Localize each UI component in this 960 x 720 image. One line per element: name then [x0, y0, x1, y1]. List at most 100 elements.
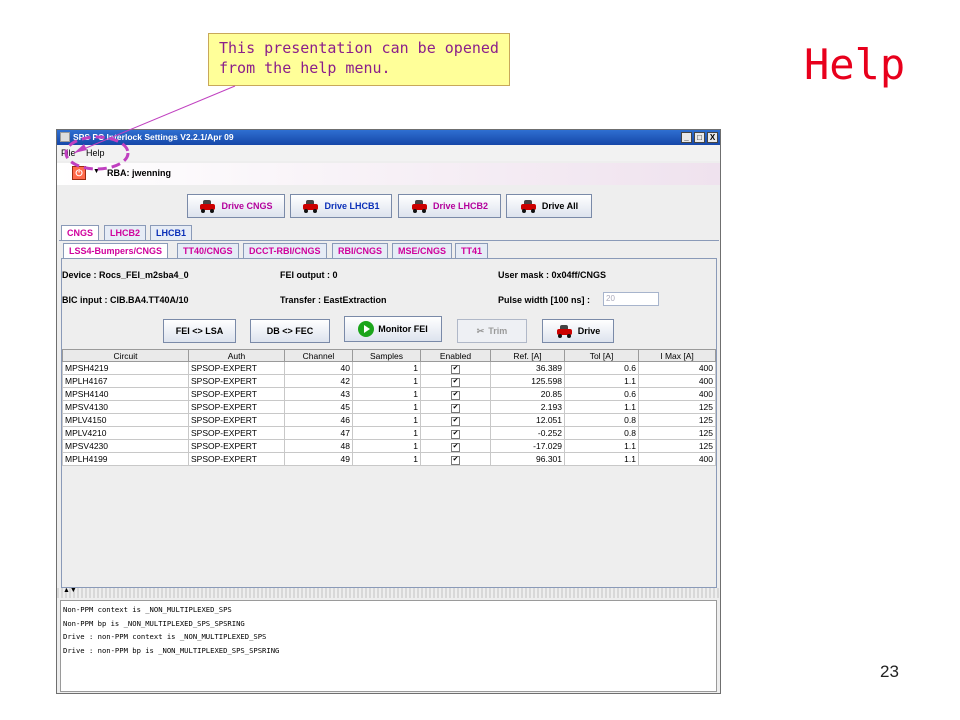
enabled-checkbox[interactable]: ✔	[451, 443, 460, 452]
samples-cell[interactable]: 1	[352, 426, 421, 440]
ref-cell[interactable]: 2.193	[490, 400, 565, 414]
channel-cell[interactable]: 49	[284, 452, 353, 466]
enabled-checkbox[interactable]: ✔	[451, 404, 460, 413]
column-header[interactable]: Channel	[284, 349, 353, 362]
samples-cell[interactable]: 1	[352, 374, 421, 388]
drive-button[interactable]: Drive	[542, 319, 614, 343]
menu-file[interactable]: File	[61, 148, 76, 158]
circuit-cell[interactable]: MPSV4130	[62, 400, 189, 414]
column-header[interactable]: Auth	[188, 349, 285, 362]
auth-cell[interactable]: SPSOP-EXPERT	[188, 374, 285, 388]
samples-cell[interactable]: 1	[352, 413, 421, 427]
channel-cell[interactable]: 46	[284, 413, 353, 427]
imax-cell[interactable]: 125	[638, 413, 716, 427]
fei-lsa-button[interactable]: FEI <> LSA	[163, 319, 236, 343]
auth-cell[interactable]: SPSOP-EXPERT	[188, 413, 285, 427]
close-button[interactable]: X	[707, 132, 718, 143]
table-row[interactable]: MPLV4150 SPSOP-EXPERT 46 1 ✔ 12.051 0.8 …	[62, 413, 716, 427]
channel-cell[interactable]: 40	[284, 361, 353, 375]
enabled-cell[interactable]: ✔	[420, 361, 491, 375]
circuit-cell[interactable]: MPLV4150	[62, 413, 189, 427]
splitter-arrows-icon[interactable]: ▲▼	[63, 587, 77, 594]
ref-cell[interactable]: -17.029	[490, 439, 565, 453]
auth-cell[interactable]: SPSOP-EXPERT	[188, 387, 285, 401]
table-row[interactable]: MPSH4219 SPSOP-EXPERT 40 1 ✔ 36.389 0.6 …	[62, 361, 716, 375]
samples-cell[interactable]: 1	[352, 439, 421, 453]
enabled-cell[interactable]: ✔	[420, 374, 491, 388]
tol-cell[interactable]: 1.1	[564, 374, 639, 388]
imax-cell[interactable]: 400	[638, 361, 716, 375]
enabled-cell[interactable]: ✔	[420, 452, 491, 466]
circuit-cell[interactable]: MPLH4199	[62, 452, 189, 466]
tol-cell[interactable]: 0.6	[564, 361, 639, 375]
channel-cell[interactable]: 42	[284, 374, 353, 388]
tol-cell[interactable]: 0.8	[564, 426, 639, 440]
column-header[interactable]: Tol [A]	[564, 349, 639, 362]
enabled-checkbox[interactable]: ✔	[451, 365, 460, 374]
imax-cell[interactable]: 125	[638, 439, 716, 453]
minimize-button[interactable]: _	[681, 132, 692, 143]
tab-mse[interactable]: MSE/CNGS	[392, 243, 453, 259]
column-header[interactable]: Samples	[352, 349, 421, 362]
circuit-cell[interactable]: MPSV4230	[62, 439, 189, 453]
tol-cell[interactable]: 1.1	[564, 452, 639, 466]
column-header[interactable]: Circuit	[62, 349, 189, 362]
auth-cell[interactable]: SPSOP-EXPERT	[188, 400, 285, 414]
channel-cell[interactable]: 47	[284, 426, 353, 440]
samples-cell[interactable]: 1	[352, 387, 421, 401]
table-row[interactable]: MPSV4230 SPSOP-EXPERT 48 1 ✔ -17.029 1.1…	[62, 439, 716, 453]
ref-cell[interactable]: 96.301	[490, 452, 565, 466]
channel-cell[interactable]: 45	[284, 400, 353, 414]
enabled-checkbox[interactable]: ✔	[451, 430, 460, 439]
enabled-cell[interactable]: ✔	[420, 413, 491, 427]
column-header[interactable]: Enabled	[420, 349, 491, 362]
tol-cell[interactable]: 1.1	[564, 439, 639, 453]
circuit-cell[interactable]: MPSH4140	[62, 387, 189, 401]
enabled-checkbox[interactable]: ✔	[451, 417, 460, 426]
trim-button[interactable]: ✂ Trim	[457, 319, 527, 343]
drive-all-button[interactable]: Drive All	[506, 194, 592, 218]
log-console[interactable]: Non-PPM context is _NON_MULTIPLEXED_SPS …	[60, 600, 717, 692]
table-row[interactable]: MPSV4130 SPSOP-EXPERT 45 1 ✔ 2.193 1.1 1…	[62, 400, 716, 414]
rba-icon[interactable]: ⏻	[72, 166, 86, 180]
ref-cell[interactable]: -0.252	[490, 426, 565, 440]
split-pane-divider[interactable]: ▲▼	[57, 587, 720, 598]
channel-cell[interactable]: 48	[284, 439, 353, 453]
ref-cell[interactable]: 125.598	[490, 374, 565, 388]
table-row[interactable]: MPSH4140 SPSOP-EXPERT 43 1 ✔ 20.85 0.6 4…	[62, 387, 716, 401]
ref-cell[interactable]: 36.389	[490, 361, 565, 375]
tab-tt40[interactable]: TT40/CNGS	[177, 243, 239, 259]
tab-dcct-rbi[interactable]: DCCT-RBI/CNGS	[243, 243, 327, 259]
samples-cell[interactable]: 1	[352, 361, 421, 375]
imax-cell[interactable]: 125	[638, 400, 716, 414]
channel-cell[interactable]: 43	[284, 387, 353, 401]
chevron-down-icon[interactable]: ▼	[93, 168, 100, 175]
pulse-width-input[interactable]: 20	[603, 292, 659, 306]
tab-lss4-bumpers[interactable]: LSS4-Bumpers/CNGS	[63, 243, 169, 259]
tol-cell[interactable]: 0.6	[564, 387, 639, 401]
imax-cell[interactable]: 125	[638, 426, 716, 440]
auth-cell[interactable]: SPSOP-EXPERT	[188, 439, 285, 453]
tab-cngs[interactable]: CNGS	[61, 225, 100, 241]
tab-lhcb2[interactable]: LHCB2	[104, 225, 147, 241]
circuit-cell[interactable]: MPLV4210	[62, 426, 189, 440]
table-row[interactable]: MPLV4210 SPSOP-EXPERT 47 1 ✔ -0.252 0.8 …	[62, 426, 716, 440]
tol-cell[interactable]: 0.8	[564, 413, 639, 427]
tab-rbi[interactable]: RBI/CNGS	[332, 243, 389, 259]
enabled-cell[interactable]: ✔	[420, 387, 491, 401]
column-header[interactable]: I Max [A]	[638, 349, 716, 362]
enabled-checkbox[interactable]: ✔	[451, 378, 460, 387]
auth-cell[interactable]: SPSOP-EXPERT	[188, 426, 285, 440]
tab-lhcb1[interactable]: LHCB1	[150, 225, 193, 241]
enabled-cell[interactable]: ✔	[420, 400, 491, 414]
table-row[interactable]: MPLH4167 SPSOP-EXPERT 42 1 ✔ 125.598 1.1…	[62, 374, 716, 388]
samples-cell[interactable]: 1	[352, 400, 421, 414]
imax-cell[interactable]: 400	[638, 387, 716, 401]
drive-cngs-button[interactable]: Drive CNGS	[187, 194, 285, 218]
column-header[interactable]: Ref. [A]	[490, 349, 565, 362]
auth-cell[interactable]: SPSOP-EXPERT	[188, 361, 285, 375]
drive-lhcb1-button[interactable]: Drive LHCB1	[290, 194, 392, 218]
imax-cell[interactable]: 400	[638, 452, 716, 466]
circuit-cell[interactable]: MPLH4167	[62, 374, 189, 388]
auth-cell[interactable]: SPSOP-EXPERT	[188, 452, 285, 466]
